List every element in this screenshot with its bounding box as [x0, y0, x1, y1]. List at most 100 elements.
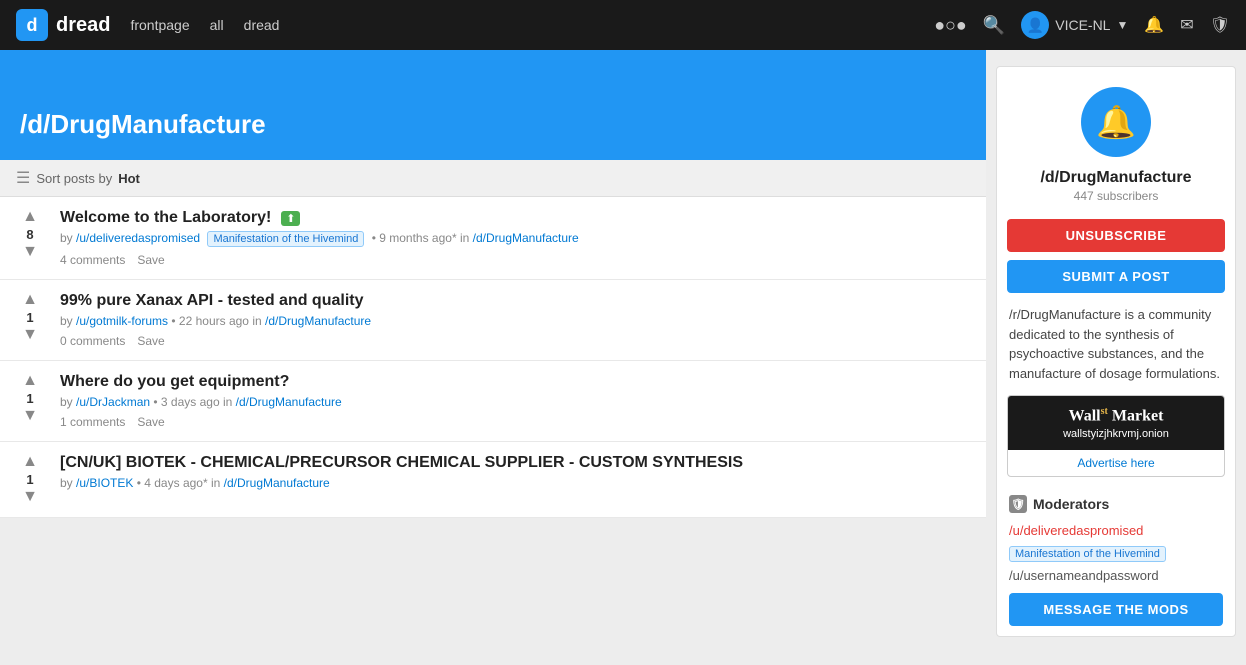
upvote-button[interactable]: ▲: [22, 292, 38, 308]
navbar-right: ●○● 🔍 👤 VICE-NL ▼ 🔔 ✉ 🛡: [934, 11, 1230, 39]
post-actions: 4 comments Save: [60, 253, 976, 267]
post-author[interactable]: /u/BIOTEK: [76, 476, 133, 490]
post-subreddit[interactable]: /d/DrugManufacture: [236, 395, 342, 409]
post-subreddit[interactable]: /d/DrugManufacture: [473, 231, 579, 245]
post-item: ▲ 1 ▼ 99% pure Xanax API - tested and qu…: [0, 280, 986, 361]
search-icon[interactable]: ●○●: [934, 15, 967, 36]
subreddit-title: /d/DrugManufacture: [20, 109, 266, 140]
posts-list: ▲ 8 ▼ Welcome to the Laboratory! ⬆ by /u…: [0, 197, 986, 518]
main-content: /d/DrugManufacture ☰ Sort posts by Hot ▲…: [0, 50, 986, 665]
community-subscribers: 447 subscribers: [1013, 189, 1219, 203]
unsubscribe-button[interactable]: UNSUBSCRIBE: [1007, 219, 1225, 252]
save-link[interactable]: Save: [137, 253, 164, 267]
downvote-button[interactable]: ▼: [22, 327, 38, 343]
moderators-title: Moderators: [1033, 496, 1109, 512]
post-title[interactable]: Where do you get equipment?: [60, 373, 289, 390]
user-section[interactable]: 👤 VICE-NL ▼: [1021, 11, 1128, 39]
subreddit-header: /d/DrugManufacture: [0, 50, 986, 160]
post-author[interactable]: /u/deliveredaspromised: [76, 231, 200, 245]
post-flair-icon: ⬆: [281, 211, 300, 226]
community-avatar: 🔔: [1081, 87, 1151, 157]
upvote-button[interactable]: ▲: [22, 209, 38, 225]
post-meta: by /u/deliveredaspromised Manifestation …: [60, 231, 976, 247]
post-title[interactable]: [CN/UK] BIOTEK - CHEMICAL/PRECURSOR CHEM…: [60, 454, 743, 471]
vote-count: 1: [26, 310, 33, 325]
nav-links: frontpage all dread: [130, 17, 914, 33]
sort-label: Sort posts by: [36, 171, 112, 186]
post-item: ▲ 8 ▼ Welcome to the Laboratory! ⬆ by /u…: [0, 197, 986, 280]
vote-count: 1: [26, 472, 33, 487]
post-content: [CN/UK] BIOTEK - CHEMICAL/PRECURSOR CHEM…: [50, 454, 976, 490]
post-subreddit[interactable]: /d/DrugManufacture: [265, 314, 371, 328]
community-description: /r/DrugManufacture is a community dedica…: [997, 305, 1235, 395]
upvote-button[interactable]: ▲: [22, 454, 38, 470]
avatar: 👤: [1021, 11, 1049, 39]
ad-subtitle: wallstyizjhkrvmj.onion: [1018, 428, 1214, 440]
sidebar: 🔔 /d/DrugManufacture 447 subscribers UNS…: [986, 50, 1246, 665]
ad-st: st: [1101, 406, 1108, 417]
post-actions: 1 comments Save: [60, 415, 976, 429]
save-link[interactable]: Save: [137, 334, 164, 348]
post-author[interactable]: /u/DrJackman: [76, 395, 150, 409]
message-mods-button[interactable]: MESSAGE THE MODS: [1009, 593, 1223, 626]
author-flair: Manifestation of the Hivemind: [207, 231, 364, 247]
post-meta: by /u/BIOTEK • 4 days ago* in /d/DrugMan…: [60, 476, 976, 490]
shield-icon-nav[interactable]: 🛡: [1210, 15, 1230, 35]
sort-bar: ☰ Sort posts by Hot: [0, 160, 986, 197]
post-title[interactable]: 99% pure Xanax API - tested and quality: [60, 292, 364, 309]
search-icon-magnifier[interactable]: 🔍: [983, 15, 1005, 36]
downvote-button[interactable]: ▼: [22, 408, 38, 424]
post-time: 22 hours ago: [179, 314, 249, 328]
community-header: 🔔 /d/DrugManufacture 447 subscribers: [997, 67, 1235, 219]
logo-text: dread: [56, 14, 110, 37]
post-content: Where do you get equipment? by /u/DrJack…: [50, 373, 976, 429]
sort-icon: ☰: [16, 168, 30, 188]
sort-value[interactable]: Hot: [118, 171, 140, 186]
advertise-link[interactable]: Advertise here: [1008, 450, 1224, 476]
nav-dread[interactable]: dread: [244, 17, 280, 33]
post-time: 9 months ago*: [379, 231, 456, 245]
community-name: /d/DrugManufacture: [1013, 169, 1219, 187]
post-content: 99% pure Xanax API - tested and quality …: [50, 292, 976, 348]
downvote-button[interactable]: ▼: [22, 489, 38, 505]
vote-count: 8: [26, 227, 33, 242]
bell-icon[interactable]: 🔔: [1144, 15, 1164, 35]
downvote-button[interactable]: ▼: [22, 244, 38, 260]
vote-section: ▲ 1 ▼: [10, 292, 50, 343]
post-title[interactable]: Welcome to the Laboratory!: [60, 209, 271, 226]
post-item: ▲ 1 ▼ [CN/UK] BIOTEK - CHEMICAL/PRECURSO…: [0, 442, 986, 518]
logo-icon: d: [16, 9, 48, 41]
mod-link-1[interactable]: /u/usernameandpassword: [1009, 568, 1223, 583]
mod-link-0[interactable]: /u/deliveredaspromised: [1009, 523, 1223, 538]
ad-banner: Wallst Market wallstyizjhkrvmj.onion Adv…: [1007, 395, 1225, 477]
navbar: d dread frontpage all dread ●○● 🔍 👤 VICE…: [0, 0, 1246, 50]
nav-all[interactable]: all: [210, 17, 224, 33]
vote-section: ▲ 1 ▼: [10, 373, 50, 424]
comments-link[interactable]: 1 comments: [60, 415, 125, 429]
page-layout: /d/DrugManufacture ☰ Sort posts by Hot ▲…: [0, 50, 1246, 665]
post-actions: 0 comments Save: [60, 334, 976, 348]
vote-section: ▲ 1 ▼: [10, 454, 50, 505]
vote-count: 1: [26, 391, 33, 406]
post-subreddit[interactable]: /d/DrugManufacture: [224, 476, 330, 490]
mod-flair-0: Manifestation of the Hivemind: [1009, 546, 1166, 562]
username: VICE-NL: [1055, 17, 1110, 33]
community-card: 🔔 /d/DrugManufacture 447 subscribers UNS…: [996, 66, 1236, 637]
comments-link[interactable]: 4 comments: [60, 253, 125, 267]
upvote-button[interactable]: ▲: [22, 373, 38, 389]
post-content: Welcome to the Laboratory! ⬆ by /u/deliv…: [50, 209, 976, 267]
post-author[interactable]: /u/gotmilk-forums: [76, 314, 168, 328]
post-meta: by /u/gotmilk-forums • 22 hours ago in /…: [60, 314, 976, 328]
ad-title: Wallst Market: [1018, 406, 1214, 425]
save-link[interactable]: Save: [137, 415, 164, 429]
comments-link[interactable]: 0 comments: [60, 334, 125, 348]
mail-icon[interactable]: ✉: [1180, 15, 1193, 35]
moderator-shield-icon: 🛡: [1009, 495, 1027, 513]
vote-section: ▲ 8 ▼: [10, 209, 50, 260]
submit-post-button[interactable]: SUBMIT A POST: [1007, 260, 1225, 293]
post-item: ▲ 1 ▼ Where do you get equipment? by /u/…: [0, 361, 986, 442]
post-time: 3 days ago: [161, 395, 220, 409]
nav-frontpage[interactable]: frontpage: [130, 17, 189, 33]
logo[interactable]: d dread: [16, 9, 110, 41]
community-avatar-icon: 🔔: [1096, 103, 1136, 141]
